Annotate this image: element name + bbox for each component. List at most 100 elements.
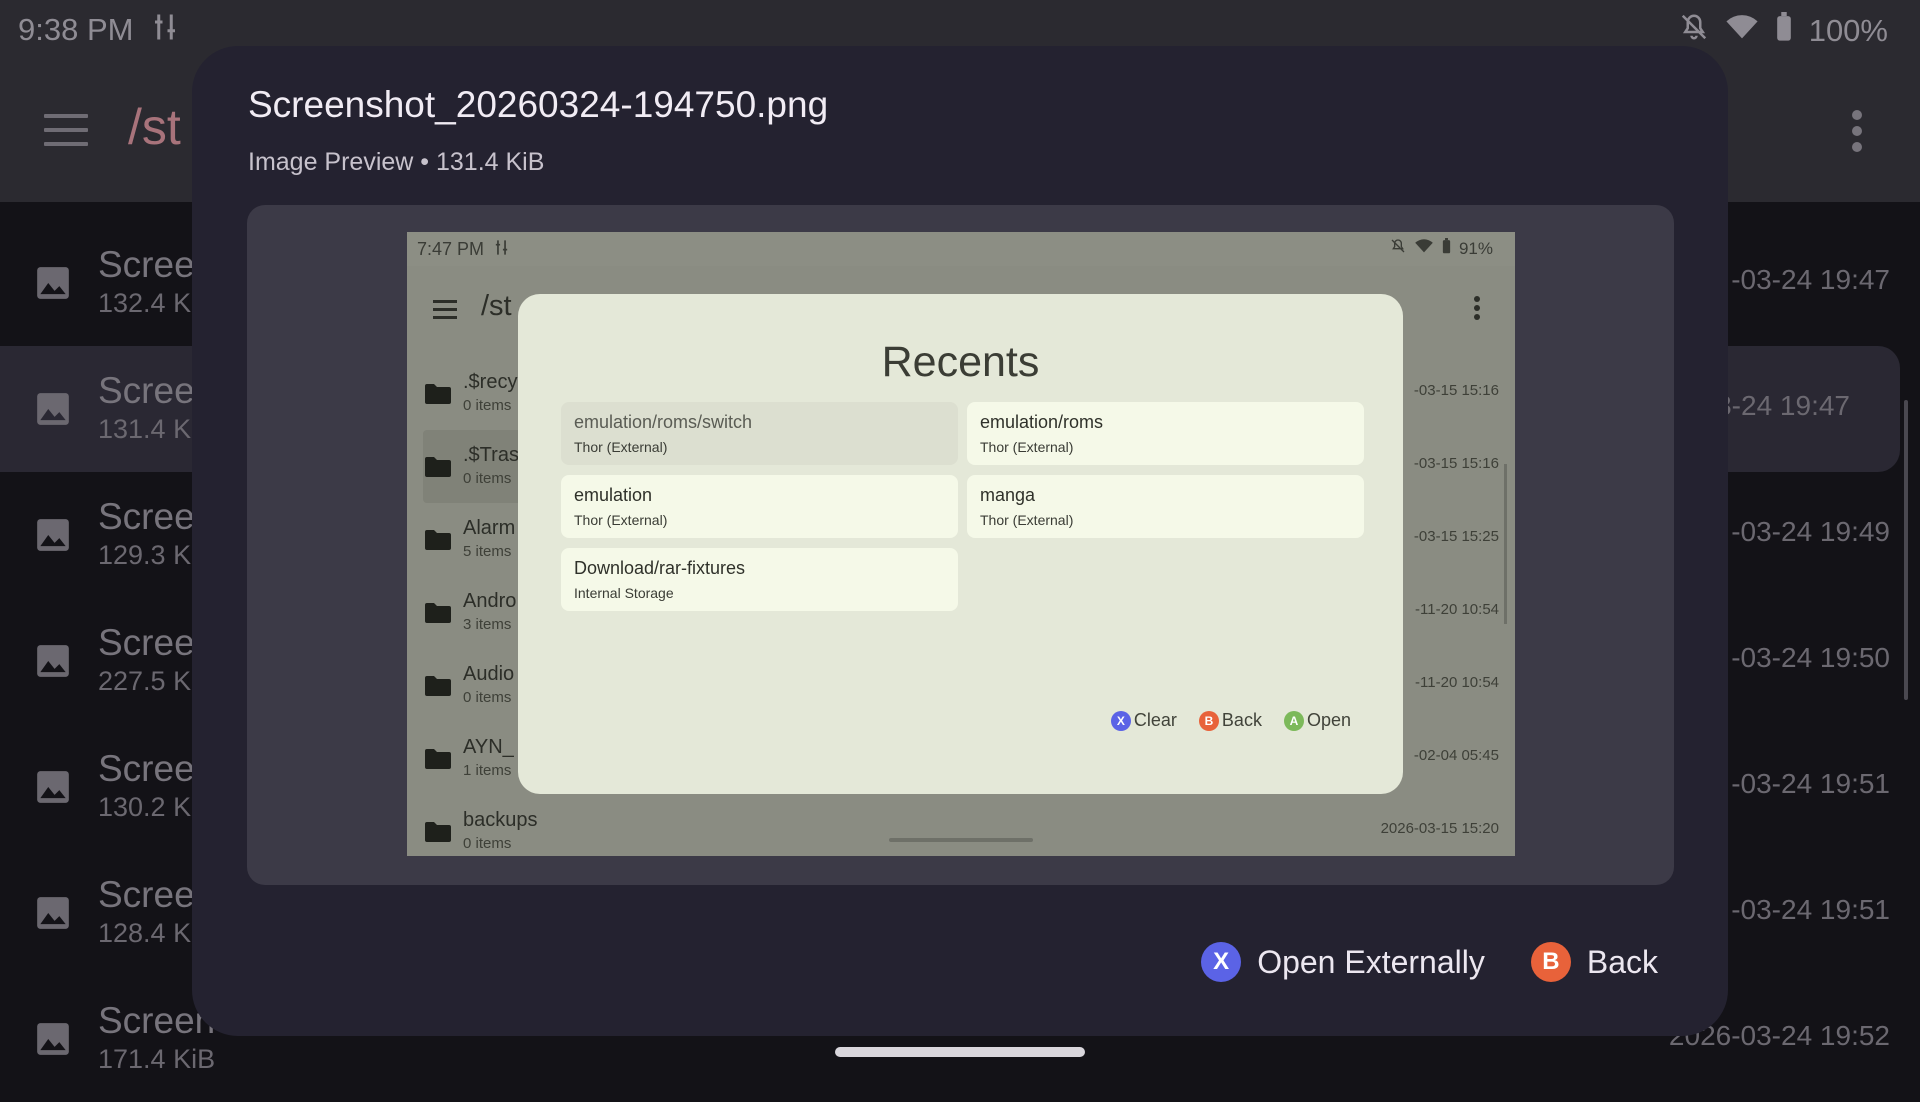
file-date: -03-24 19:51 (1731, 894, 1890, 925)
notifications-off-icon (1679, 12, 1709, 50)
scrollbar[interactable] (1904, 400, 1908, 700)
file-size: 132.4 K (98, 288, 192, 318)
folder-date: 2026-03-15 15:20 (1380, 820, 1499, 837)
folder-count: 0 items (463, 470, 512, 487)
status-time: 9:38 PM (18, 12, 134, 47)
recent-path: emulation (574, 485, 653, 505)
recent-path: emulation/roms (980, 412, 1104, 432)
file-name: Scree (98, 622, 195, 663)
folder-date: -03-15 15:25 (1413, 528, 1499, 545)
file-name: Scree (98, 496, 195, 537)
dialog-title: Screenshot_20260324-194750.png (248, 84, 829, 125)
folder-icon (425, 384, 451, 404)
recents-open-hint: A Open (1283, 710, 1351, 731)
preview-scrollbar (1504, 464, 1507, 624)
current-path: /st (128, 99, 181, 155)
folder-count: 0 items (463, 397, 512, 414)
folder-count: 1 items (463, 762, 512, 779)
folder-name: backups (463, 809, 538, 831)
recent-item: emulation/roms Thor (External) (967, 402, 1364, 465)
folder-icon (425, 822, 451, 842)
recents-back-hint: B Back (1198, 710, 1262, 731)
preview-battery-percent: 91% (1458, 238, 1493, 258)
file-name: Scree (98, 748, 195, 789)
recent-location: Thor (External) (574, 439, 668, 455)
recent-location: Thor (External) (574, 512, 668, 528)
x-button-icon: X (1110, 710, 1131, 731)
preview-status-bar: 7:47 PM 91% (407, 232, 1515, 266)
recents-dialog: Recents emulation/roms/switch Thor (Exte… (518, 294, 1403, 794)
folder-date: -11-20 10:54 (1415, 674, 1499, 691)
folder-icon (425, 530, 451, 550)
file-date: -03-24 19:47 (1731, 264, 1890, 295)
preview-file-row: backups 0 items 2026-03-15 15:20 (407, 795, 1515, 856)
folder-name: AYN_ (463, 736, 514, 758)
file-date: -03-24 19:49 (1731, 516, 1890, 547)
recent-location: Thor (External) (980, 439, 1074, 455)
image-file-icon (34, 516, 72, 554)
battery-icon (1775, 12, 1793, 50)
image-preview-dialog: Screenshot_20260324-194750.png Image Pre… (192, 46, 1728, 1036)
back-label: Back (1586, 943, 1658, 980)
folder-icon (425, 457, 451, 477)
file-name: Scree (98, 244, 195, 285)
menu-icon (433, 300, 457, 324)
folder-name: .$recy (463, 371, 518, 393)
a-button-icon: A (1283, 710, 1304, 731)
image-file-icon (34, 1020, 72, 1058)
recent-path: manga (980, 485, 1036, 505)
file-size: 128.4 K (98, 918, 192, 948)
back-button[interactable]: B Back (1530, 942, 1658, 982)
overflow-menu-icon (1474, 296, 1481, 323)
b-button-icon: B (1530, 942, 1571, 982)
folder-date: -02-04 05:45 (1413, 747, 1499, 764)
recent-path: emulation/roms/switch (574, 412, 753, 432)
open-externally-button[interactable]: X Open Externally (1201, 942, 1485, 982)
file-date: -03-24 19:51 (1731, 768, 1890, 799)
recents-title: Recents (881, 338, 1040, 386)
recents-clear-hint: X Clear (1110, 710, 1177, 731)
menu-icon[interactable] (44, 114, 88, 146)
navigation-handle[interactable] (835, 1047, 1085, 1057)
folder-name: Alarm (463, 517, 516, 539)
wifi-icon (1725, 12, 1759, 50)
folder-count: 5 items (463, 543, 512, 560)
image-file-icon (34, 894, 72, 932)
recents-actions: X Clear B Back A Open (1110, 710, 1351, 731)
dialog-subtitle: Image Preview • 131.4 KiB (248, 148, 545, 176)
file-size: 131.4 K (98, 414, 192, 444)
folder-count: 0 items (463, 835, 512, 852)
file-name: Scree (98, 370, 195, 411)
image-preview-frame: 7:47 PM 91% /st .$recy 0 items -03-15 15… (247, 205, 1674, 885)
image-file-icon (34, 642, 72, 680)
open-externally-label: Open Externally (1257, 943, 1485, 980)
file-size: 227.5 K (98, 666, 192, 696)
overflow-menu-icon[interactable] (1852, 110, 1864, 158)
b-button-icon: B (1198, 710, 1219, 731)
recent-item: emulation Thor (External) (561, 475, 958, 538)
tune-icon (493, 239, 510, 261)
file-name: Scree (98, 874, 195, 915)
folder-count: 3 items (463, 616, 512, 633)
back-label: Back (1221, 710, 1262, 730)
recent-item: emulation/roms/switch Thor (External) (561, 402, 958, 465)
battery-icon (1442, 238, 1451, 259)
recent-location: Internal Storage (574, 585, 674, 601)
dialog-actions: X Open Externally B Back (1201, 942, 1658, 982)
folder-icon (425, 676, 451, 696)
folder-icon (425, 603, 451, 623)
x-button-icon: X (1201, 942, 1242, 982)
file-size: 171.4 KiB (98, 1044, 216, 1074)
preview-status-time: 7:47 PM (417, 239, 485, 259)
folder-name: Audio (463, 663, 515, 685)
recent-item: Download/rar-fixtures Internal Storage (561, 548, 958, 611)
wifi-icon (1414, 238, 1434, 259)
image-file-icon (34, 768, 72, 806)
folder-date: -11-20 10:54 (1415, 601, 1499, 618)
open-label: Open (1306, 710, 1351, 730)
tune-icon (150, 12, 180, 47)
image-file-icon (34, 264, 72, 302)
folder-date: -03-15 15:16 (1413, 382, 1499, 399)
image-file-icon (34, 390, 72, 428)
clear-label: Clear (1133, 710, 1177, 730)
